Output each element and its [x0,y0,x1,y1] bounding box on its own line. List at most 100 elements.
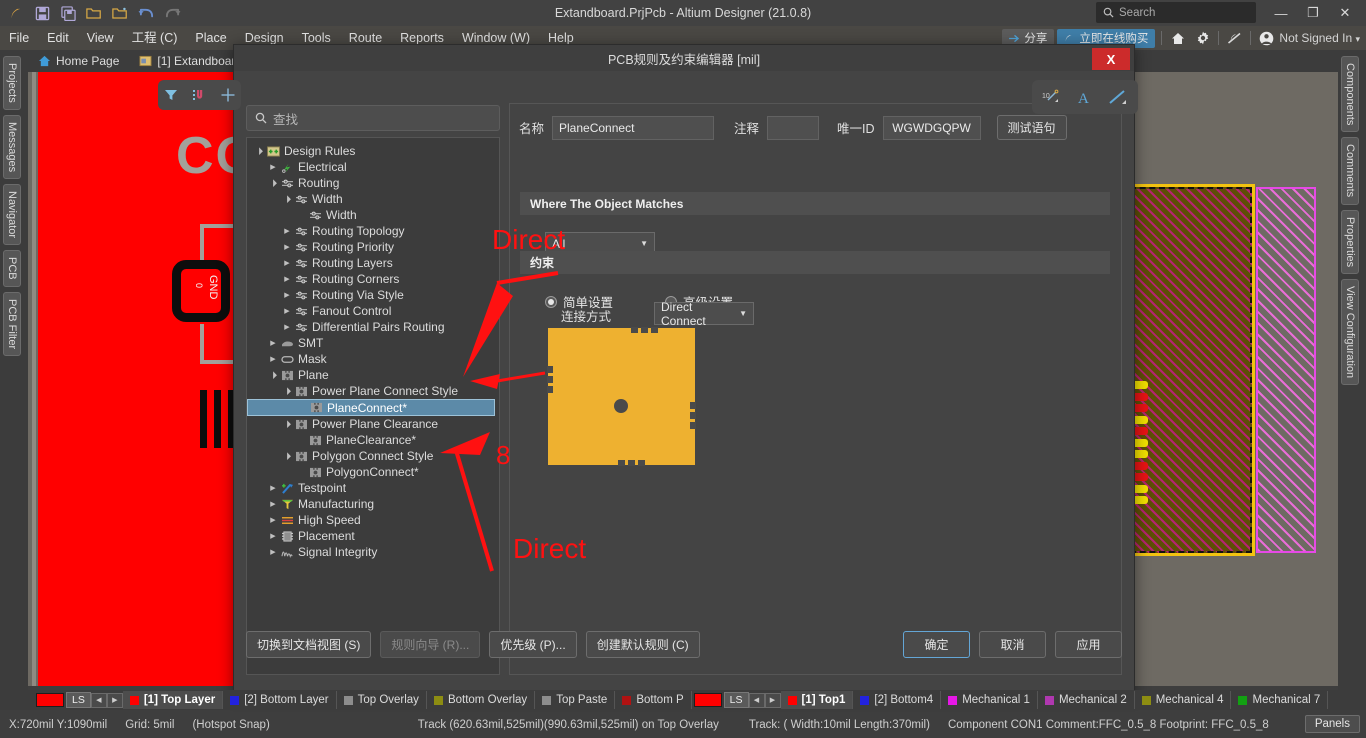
tree-node[interactable]: PolygonConnect* [247,464,499,480]
priority-button[interactable]: 优先级 (P)... [489,630,577,658]
chevron-right-icon[interactable]: ▶ [267,484,279,492]
text-icon[interactable]: A [1076,89,1092,106]
pad-gnd[interactable]: 0 GND [172,260,230,322]
home-icon[interactable] [1165,26,1190,50]
chevron-right-icon[interactable]: ▶ [267,339,279,347]
ok-button[interactable]: 确定 [903,630,970,658]
chevron-right-icon[interactable]: ▶ [267,163,279,171]
tree-node[interactable]: ▶ Routing Via Style [247,287,499,303]
layer-tab[interactable]: Mechanical 2 [1038,691,1135,709]
dialog-close-button[interactable]: X [1092,48,1130,70]
canvas-mini-toolbar[interactable] [158,80,241,110]
layer-tab[interactable]: Top Paste [535,691,616,709]
layer-set-button-2[interactable]: LS [723,692,749,708]
chevron-right-icon[interactable]: ▶ [267,500,279,508]
tree-node[interactable]: ▶ Mask [247,351,499,367]
chevron-down-icon[interactable]: ◢ [280,192,294,206]
tree-node[interactable]: ▶ Manufacturing [247,496,499,512]
dimension-icon[interactable]: 10 [1042,89,1060,106]
chevron-right-icon[interactable]: ▶ [267,532,279,540]
menu-item-edit[interactable]: Edit [38,26,78,50]
sidebar-tab-pcb[interactable]: PCB [3,249,21,287]
maximize-button[interactable]: ❐ [1298,1,1328,25]
create-default-rule-button[interactable]: 创建默认规则 (C) [585,630,700,658]
layer-tab[interactable]: [2] Bottom4 [853,691,942,709]
tree-node[interactable]: ◢ Power Plane Clearance [247,416,499,432]
chevron-right-icon[interactable]: ▶ [267,548,279,556]
sidebar-tab-pcb-filter[interactable]: PCB Filter [3,291,21,356]
sidebar-tab-messages[interactable]: Messages [3,114,21,179]
chevron-down-icon[interactable]: ◢ [280,384,294,398]
crosshair-icon[interactable] [221,88,235,102]
undo-icon[interactable] [134,2,158,24]
save-icon[interactable] [30,2,54,24]
chevron-right-icon[interactable]: ▶ [281,259,293,267]
canvas-mini-toolbar-secondary[interactable]: 10 A [1032,80,1138,114]
sidebar-tab-comments[interactable]: Comments [1341,137,1359,205]
find-input[interactable]: 查找 [246,105,500,131]
chevron-down-icon[interactable]: ◢ [280,449,294,463]
layer-tab[interactable]: Mechanical 7 [1231,691,1329,709]
tree-node[interactable]: Width [247,207,499,223]
tree-node-selected[interactable]: PlaneConnect* [247,399,495,416]
rule-comment-input[interactable] [767,115,820,140]
sidebar-tab-projects[interactable]: Projects [3,56,21,110]
filter-icon[interactable] [164,88,178,102]
tree-node[interactable]: ▶ SMT [247,335,499,351]
connect-style-dropdown[interactable]: Direct Connect ▼ [654,300,754,328]
doc-tab-home-page[interactable]: Home Page [28,54,129,68]
layer-tab[interactable]: [1] Top Layer [122,691,224,709]
layer-tab[interactable]: Top Overlay [337,691,427,709]
switch-doc-view-button[interactable]: 切换到文档视图 (S) [246,630,372,658]
menu-item-project[interactable]: 工程 (C) [123,26,187,50]
menu-item-place[interactable]: Place [186,26,235,50]
tree-node[interactable]: ◢ Polygon Connect Style [247,448,499,464]
tree-node[interactable]: ▶ Routing Corners [247,271,499,287]
layer-scroll-left-button-2[interactable]: ◀ [748,692,765,708]
cancel-button[interactable]: 取消 [979,630,1046,658]
sidebar-tab-properties[interactable]: Properties [1341,209,1359,274]
close-button[interactable]: ✕ [1330,1,1360,25]
chevron-right-icon[interactable]: ▶ [281,323,293,331]
layer-scroll-right-button[interactable]: ▶ [106,692,123,708]
tree-node[interactable]: ▶ Fanout Control [247,303,499,319]
layer-tab[interactable]: Bottom P [615,691,692,709]
open-icon[interactable] [82,2,106,24]
radio-button-selected[interactable] [545,295,557,308]
chevron-right-icon[interactable]: ▶ [281,227,293,235]
tree-node[interactable]: ◢ Power Plane Connect Style [247,383,499,399]
layer-scroll-right-button-2[interactable]: ▶ [764,692,781,708]
design-rules-tree[interactable]: ◢ Design Rules ▶ Electrical ◢ Routing ◢ Width Wi… [246,137,500,675]
chevron-right-icon[interactable]: ▶ [281,291,293,299]
chevron-right-icon[interactable]: ▶ [267,355,279,363]
tree-node[interactable]: ◢ Routing [247,175,499,191]
tree-node[interactable]: ▶ Routing Layers [247,255,499,271]
tree-node[interactable]: ▶ Differential Pairs Routing [247,319,499,335]
chevron-down-icon[interactable]: ◢ [280,417,294,431]
notifications-off-icon[interactable] [1222,26,1247,50]
layer-tab[interactable]: [1] Top1 [780,691,854,709]
tree-node[interactable]: ◢ Design Rules [247,143,499,159]
chevron-right-icon[interactable]: ▶ [281,275,293,283]
apply-button[interactable]: 应用 [1055,630,1122,658]
chevron-right-icon[interactable]: ▶ [281,243,293,251]
menu-item-view[interactable]: View [78,26,123,50]
open-project-icon[interactable] [108,2,132,24]
tree-node[interactable]: ▶ Signal Integrity [247,544,499,560]
tree-node[interactable]: ▶ High Speed [247,512,499,528]
chevron-down-icon[interactable]: ◢ [266,368,280,382]
chevron-right-icon[interactable]: ▶ [281,307,293,315]
chevron-down-icon[interactable]: ◢ [252,144,266,158]
test-query-button[interactable]: 测试语句 [996,115,1067,140]
chevron-down-icon[interactable]: ◢ [266,176,280,190]
line-icon[interactable] [1108,89,1128,106]
layer-set-button[interactable]: LS [66,692,91,708]
account-icon[interactable] [1254,26,1279,50]
layer-tab[interactable]: [2] Bottom Layer [223,691,337,709]
save-all-icon[interactable] [56,2,80,24]
sidebar-tab-components[interactable]: Components [1341,56,1359,133]
tree-node[interactable]: ▶ Routing Topology [247,223,499,239]
layer-tab[interactable]: Mechanical 4 [1135,691,1232,709]
altium-logo-icon[interactable] [4,2,28,24]
chevron-right-icon[interactable]: ▶ [267,516,279,524]
